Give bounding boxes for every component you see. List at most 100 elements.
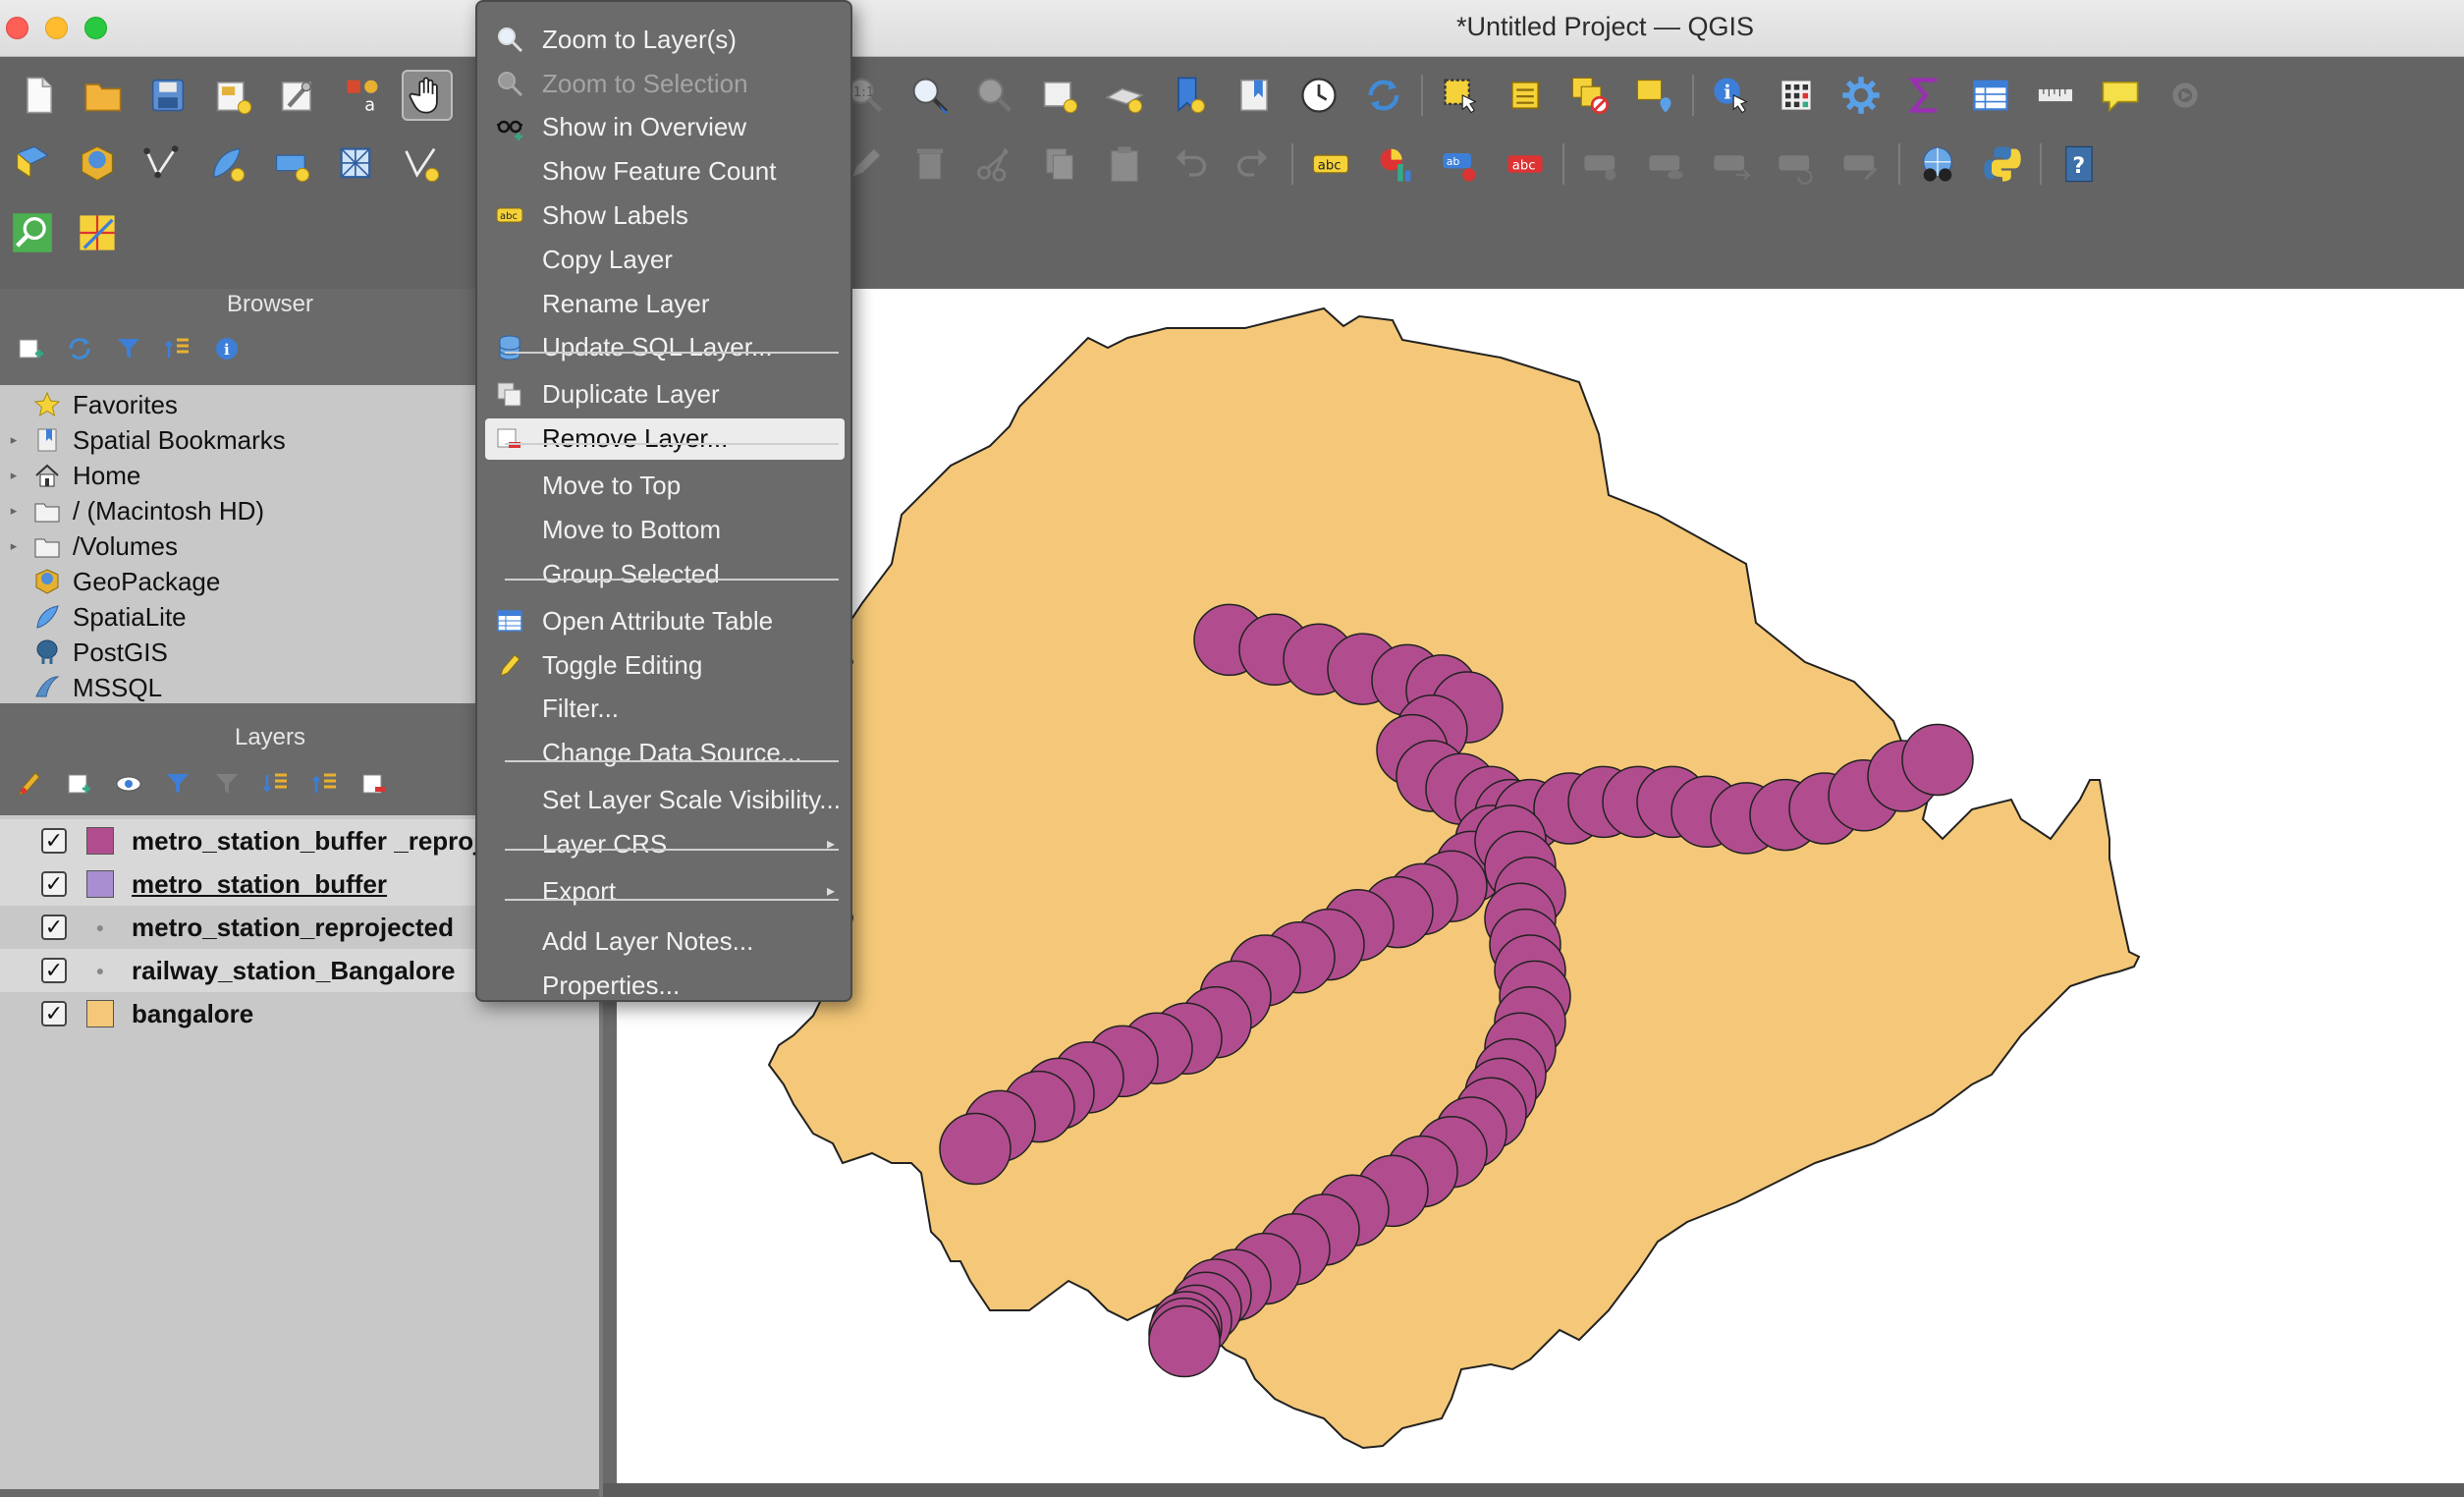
help-button[interactable]: ? bbox=[2053, 139, 2105, 190]
processing-toolbox-button[interactable] bbox=[1835, 70, 1887, 121]
temporal-controller-button[interactable] bbox=[1293, 70, 1344, 121]
select-location-button[interactable] bbox=[1629, 70, 1680, 121]
filter-by-expression-button[interactable] bbox=[208, 765, 246, 803]
layout-manager-button[interactable] bbox=[272, 70, 323, 121]
menu-item-export[interactable]: Export ▸ bbox=[485, 870, 845, 912]
locator-search-button[interactable] bbox=[7, 207, 58, 258]
browser-item[interactable]: Favorites bbox=[0, 387, 477, 422]
menu-item-show-feature-count[interactable]: Show Feature Count bbox=[485, 151, 845, 193]
map-tips-button[interactable] bbox=[2095, 70, 2146, 121]
pan-map-button[interactable] bbox=[402, 70, 453, 121]
measure-line-button[interactable] bbox=[2030, 70, 2081, 121]
select-by-value-button[interactable] bbox=[1500, 70, 1551, 121]
map-canvas[interactable] bbox=[617, 289, 2464, 1483]
new-project-button[interactable] bbox=[13, 70, 64, 121]
redo-button[interactable] bbox=[1229, 139, 1280, 190]
menu-item-zoom-to-selection[interactable]: Zoom to Selection bbox=[485, 63, 845, 104]
menu-item-filter[interactable]: Filter... bbox=[485, 689, 845, 730]
deselect-all-button[interactable] bbox=[1564, 70, 1615, 121]
refresh-button[interactable] bbox=[1358, 70, 1409, 121]
change-label-button[interactable] bbox=[1835, 139, 1887, 190]
expand-arrow-icon[interactable]: ▸ bbox=[4, 503, 24, 519]
new-3d-view-button[interactable] bbox=[1099, 70, 1150, 121]
menu-item-zoom-to-layer-s[interactable]: Zoom to Layer(s) bbox=[485, 19, 845, 60]
move-label-arrow-button[interactable] bbox=[1706, 139, 1757, 190]
browser-item[interactable]: MSSQL bbox=[0, 670, 477, 705]
style-manager-button[interactable]: a bbox=[337, 70, 388, 121]
open-project-button[interactable] bbox=[78, 70, 129, 121]
new-map-view-button[interactable] bbox=[1034, 70, 1085, 121]
layer-visibility-checkbox[interactable]: ✓ bbox=[41, 915, 67, 940]
expand-all-button[interactable] bbox=[257, 765, 295, 803]
menu-item-add-layer-notes[interactable]: Add Layer Notes... bbox=[485, 921, 845, 963]
filter-browser-button[interactable] bbox=[110, 330, 147, 367]
identify-features-button[interactable]: i bbox=[1706, 70, 1757, 121]
browser-item[interactable]: SpatiaLite bbox=[0, 599, 477, 635]
show-bookmarks-button[interactable] bbox=[1229, 70, 1280, 121]
menu-item-open-attribute-table[interactable]: Open Attribute Table bbox=[485, 600, 845, 641]
copy-features-button[interactable] bbox=[1034, 139, 1085, 190]
new-geopackage-button[interactable] bbox=[72, 139, 123, 190]
georeferencer-button[interactable] bbox=[72, 207, 123, 258]
layer-visibility-checkbox[interactable]: ✓ bbox=[41, 828, 67, 854]
menu-item-change-data-source[interactable]: Change Data Source... bbox=[485, 733, 845, 774]
menu-item-move-to-bottom[interactable]: Move to Bottom bbox=[485, 509, 845, 550]
new-mesh-layer-button[interactable] bbox=[331, 139, 382, 190]
move-label-button[interactable] bbox=[1576, 139, 1627, 190]
undo-button[interactable] bbox=[1164, 139, 1215, 190]
remove-layer-button[interactable] bbox=[356, 765, 393, 803]
digitize-vertex-button[interactable] bbox=[137, 139, 188, 190]
quickmapservices-button[interactable] bbox=[1912, 139, 1963, 190]
cut-features-button[interactable] bbox=[969, 139, 1020, 190]
menu-item-remove-layer[interactable]: Remove Layer... bbox=[485, 417, 845, 460]
browser-item[interactable]: ▸ /Volumes bbox=[0, 528, 477, 564]
refresh-browser-button[interactable] bbox=[61, 330, 98, 367]
menu-item-toggle-editing[interactable]: Toggle Editing bbox=[485, 644, 845, 686]
expand-arrow-icon[interactable]: ▸ bbox=[4, 538, 24, 554]
menu-item-rename-layer[interactable]: Rename Layer bbox=[485, 283, 845, 324]
rotate-label-button[interactable] bbox=[1771, 139, 1822, 190]
filter-legend-button[interactable] bbox=[159, 765, 196, 803]
new-temporary-layer-button[interactable] bbox=[266, 139, 317, 190]
collapse-all-button[interactable] bbox=[159, 330, 196, 367]
add-group-button[interactable] bbox=[61, 765, 98, 803]
delete-selected-button[interactable] bbox=[904, 139, 956, 190]
add-selected-layers-button[interactable] bbox=[12, 330, 49, 367]
menu-item-layer-crs[interactable]: Layer CRS ▸ bbox=[485, 823, 845, 864]
browser-item[interactable]: ▸ Home bbox=[0, 458, 477, 493]
layer-labeling-button[interactable]: abc bbox=[1305, 139, 1356, 190]
zoom-to-selection-button[interactable] bbox=[969, 70, 1020, 121]
collapse-all-layers-button[interactable] bbox=[306, 765, 344, 803]
browser-properties-button[interactable]: i bbox=[208, 330, 246, 367]
open-field-calculator-button[interactable] bbox=[1771, 70, 1822, 121]
layer-visibility-checkbox[interactable]: ✓ bbox=[41, 958, 67, 983]
menu-item-duplicate-layer[interactable]: Duplicate Layer bbox=[485, 374, 845, 416]
paste-features-button[interactable] bbox=[1099, 139, 1150, 190]
new-print-layout-button[interactable] bbox=[207, 70, 258, 121]
show-hide-labels-button[interactable] bbox=[1641, 139, 1692, 190]
menu-item-set-layer-scale-visibility[interactable]: Set Layer Scale Visibility... bbox=[485, 780, 845, 821]
new-bookmark-button[interactable] bbox=[1164, 70, 1215, 121]
menu-item-move-to-top[interactable]: Move to Top bbox=[485, 466, 845, 507]
menu-item-properties[interactable]: Properties... bbox=[485, 965, 845, 1006]
menu-item-copy-layer[interactable]: Copy Layer bbox=[485, 239, 845, 280]
data-source-manager-button[interactable] bbox=[7, 139, 58, 190]
attribute-table-button[interactable] bbox=[1965, 70, 2016, 121]
expand-arrow-icon[interactable]: ▸ bbox=[4, 468, 24, 483]
zoom-to-layer-button[interactable] bbox=[904, 70, 956, 121]
python-console-button[interactable] bbox=[1977, 139, 2028, 190]
run-action-button[interactable] bbox=[2160, 70, 2211, 121]
new-virtual-layer-button[interactable] bbox=[396, 139, 447, 190]
menu-item-update-sql-layer[interactable]: Update SQL Layer... bbox=[485, 327, 845, 368]
browser-item[interactable]: ▸ Spatial Bookmarks bbox=[0, 422, 477, 458]
style-layer-button[interactable] bbox=[12, 765, 49, 803]
browser-item[interactable]: GeoPackage bbox=[0, 564, 477, 599]
layer-visibility-checkbox[interactable]: ✓ bbox=[41, 1001, 67, 1026]
highlight-labels-button[interactable]: abc bbox=[1500, 139, 1551, 190]
select-features-button[interactable] bbox=[1435, 70, 1486, 121]
save-project-button[interactable] bbox=[142, 70, 193, 121]
statistical-summary-button[interactable] bbox=[1900, 70, 1951, 121]
new-spatialite-button[interactable] bbox=[201, 139, 252, 190]
menu-item-group-selected[interactable]: Group Selected bbox=[485, 553, 845, 594]
manage-visibility-button[interactable] bbox=[110, 765, 147, 803]
